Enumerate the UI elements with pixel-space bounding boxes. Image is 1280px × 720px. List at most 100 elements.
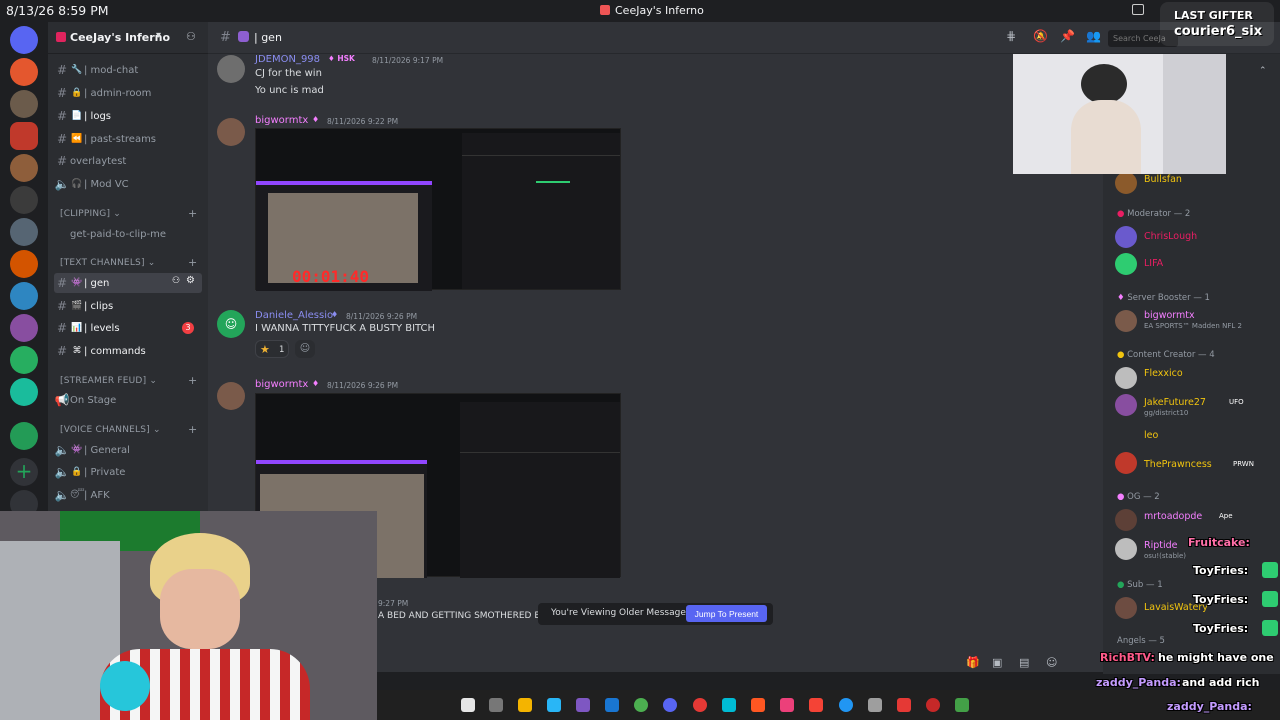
avatar[interactable] (1115, 226, 1137, 248)
category-voice[interactable]: [VOICE CHANNELS] ⌄ (60, 425, 161, 435)
author-name[interactable]: bigwormtx (255, 115, 308, 126)
channel-overlaytest[interactable]: # overlaytest (54, 151, 202, 171)
server-icon[interactable] (10, 58, 38, 86)
category-streamer-feud[interactable]: [STREAMER FEUD] ⌄ (60, 376, 157, 386)
server-icon[interactable] (10, 218, 38, 246)
member-name[interactable]: JakeFuture27 (1144, 397, 1206, 408)
server-icon[interactable] (10, 314, 38, 342)
sticker-icon[interactable]: ▤ (1019, 656, 1029, 669)
channel-past-streams[interactable]: # ⏪ | past-streams (54, 129, 202, 149)
server-icon[interactable] (10, 154, 38, 182)
search-icon[interactable] (461, 698, 475, 712)
file-explorer-icon[interactable] (518, 698, 532, 712)
server-icon[interactable] (10, 346, 38, 374)
channel-get-paid[interactable]: get-paid-to-clip-me (54, 224, 202, 244)
channel-admin-room[interactable]: # 🔒 | admin-room (54, 83, 202, 103)
server-icon[interactable] (10, 250, 38, 278)
screenshot-attachment[interactable]: 00:01:40 (255, 128, 621, 291)
add-channel-icon[interactable]: + (188, 423, 197, 436)
music-icon[interactable] (780, 698, 794, 712)
channel-gen[interactable]: # 👾 | gen ⚇ ⚙ (54, 273, 202, 293)
discord-default-avatar[interactable]: ☺ (217, 310, 245, 338)
category-clipping[interactable]: [CLIPPING] ⌄ (60, 209, 121, 219)
add-reaction-icon[interactable]: ☺ (295, 340, 315, 358)
member-name[interactable]: ChrisLough (1144, 231, 1197, 242)
author-name[interactable]: Daniele_Alessio (255, 310, 333, 321)
xbox-icon[interactable] (955, 698, 969, 712)
members-icon[interactable]: 👥 (1086, 29, 1101, 43)
emoji-picker-icon[interactable]: ☺ (1046, 656, 1057, 669)
add-member-icon[interactable]: ⚇ (186, 30, 196, 43)
channel-levels[interactable]: # 📊 | levels 3 (54, 318, 202, 338)
avatar[interactable] (1115, 367, 1137, 389)
add-server-icon[interactable]: + (10, 458, 38, 486)
author-name[interactable]: bigwormtx (255, 379, 308, 390)
jump-to-present-button[interactable]: Jump To Present (686, 605, 767, 622)
reaction-chip[interactable]: ★ 1 (255, 340, 289, 358)
gift-icon[interactable]: 🎁 (966, 656, 980, 669)
app-icon[interactable] (809, 698, 823, 712)
pin-icon[interactable]: 📌 (1060, 29, 1075, 43)
avatar[interactable] (217, 55, 245, 83)
discord-icon[interactable] (663, 698, 677, 712)
channel-general-voice[interactable]: 🔈 👾 | General (54, 440, 202, 460)
server-icon[interactable] (10, 378, 38, 406)
app-icon[interactable] (722, 698, 736, 712)
channel-on-stage[interactable]: 📢 On Stage (54, 390, 202, 410)
channel-logs[interactable]: # 📄 | logs (54, 106, 202, 126)
brave-icon[interactable] (751, 698, 765, 712)
inbox-icon[interactable] (1132, 4, 1144, 15)
gear-icon[interactable]: ⚙ (186, 275, 195, 286)
server-icon[interactable] (10, 282, 38, 310)
discord-home-icon[interactable] (10, 26, 38, 54)
server-header[interactable]: CeeJay's Inferno ▾ ⚇ (48, 22, 208, 54)
member-name[interactable]: bigwormtx (1144, 310, 1195, 321)
server-icon[interactable] (10, 186, 38, 214)
channel-clips[interactable]: # 🎬 | clips (54, 296, 202, 316)
server-icon-active[interactable] (10, 122, 38, 150)
doc-icon: 📄 (71, 111, 83, 121)
member-name[interactable]: ThePrawncess (1144, 459, 1212, 470)
scroll-up-icon[interactable]: ⌃ (1259, 66, 1267, 76)
category-text-channels[interactable]: [TEXT CHANNELS] ⌄ (60, 258, 155, 268)
member-name[interactable]: LIFA (1144, 258, 1163, 269)
channel-mod-vc[interactable]: 🔈 🎧 | Mod VC (54, 174, 202, 194)
avatar[interactable] (217, 382, 245, 410)
obs-icon[interactable] (693, 698, 707, 712)
app-icon[interactable] (897, 698, 911, 712)
member-name[interactable]: mrtoadopde (1144, 511, 1202, 522)
emote-icon (1262, 562, 1278, 578)
member-name[interactable]: Bullsfan (1144, 174, 1182, 185)
invite-icon[interactable]: ⚇ (172, 276, 180, 286)
channel-afk-voice[interactable]: 🔈 😴 | AFK (54, 485, 202, 505)
avatar[interactable] (217, 118, 245, 146)
chrome-icon[interactable] (634, 698, 648, 712)
channel-commands[interactable]: # ⌘ | commands (54, 341, 202, 361)
opera-icon[interactable] (926, 698, 940, 712)
server-icon[interactable] (10, 422, 38, 450)
add-channel-icon[interactable]: + (188, 374, 197, 387)
channel-private-voice[interactable]: 🔈 🔒 | Private (54, 462, 202, 482)
channel-mod-chat[interactable]: # 🔧 | mod-chat (54, 60, 202, 80)
vscode-icon[interactable] (547, 698, 561, 712)
avatar[interactable] (1115, 253, 1137, 275)
author-name[interactable]: JDEMON_998 (255, 54, 320, 65)
teams-icon[interactable] (576, 698, 590, 712)
member-name[interactable]: Flexxico (1144, 368, 1183, 379)
help-icon[interactable] (839, 698, 853, 712)
server-icon[interactable] (10, 90, 38, 118)
avatar[interactable] (1115, 452, 1137, 474)
member-name[interactable]: leo (1144, 430, 1158, 441)
avatar[interactable] (1115, 310, 1137, 332)
add-channel-icon[interactable]: + (188, 256, 197, 269)
task-view-icon[interactable] (489, 698, 503, 712)
avatar[interactable] (1115, 172, 1137, 194)
avatar[interactable] (1115, 394, 1137, 416)
store-icon[interactable] (605, 698, 619, 712)
chat-user: ToyFries: (1193, 564, 1249, 577)
app-icon[interactable] (868, 698, 882, 712)
add-channel-icon[interactable]: + (188, 207, 197, 220)
gif-icon[interactable]: ▣ (992, 656, 1002, 669)
threads-icon[interactable]: ⋕ (1006, 29, 1016, 43)
mute-icon[interactable]: 🔕 (1033, 29, 1048, 43)
